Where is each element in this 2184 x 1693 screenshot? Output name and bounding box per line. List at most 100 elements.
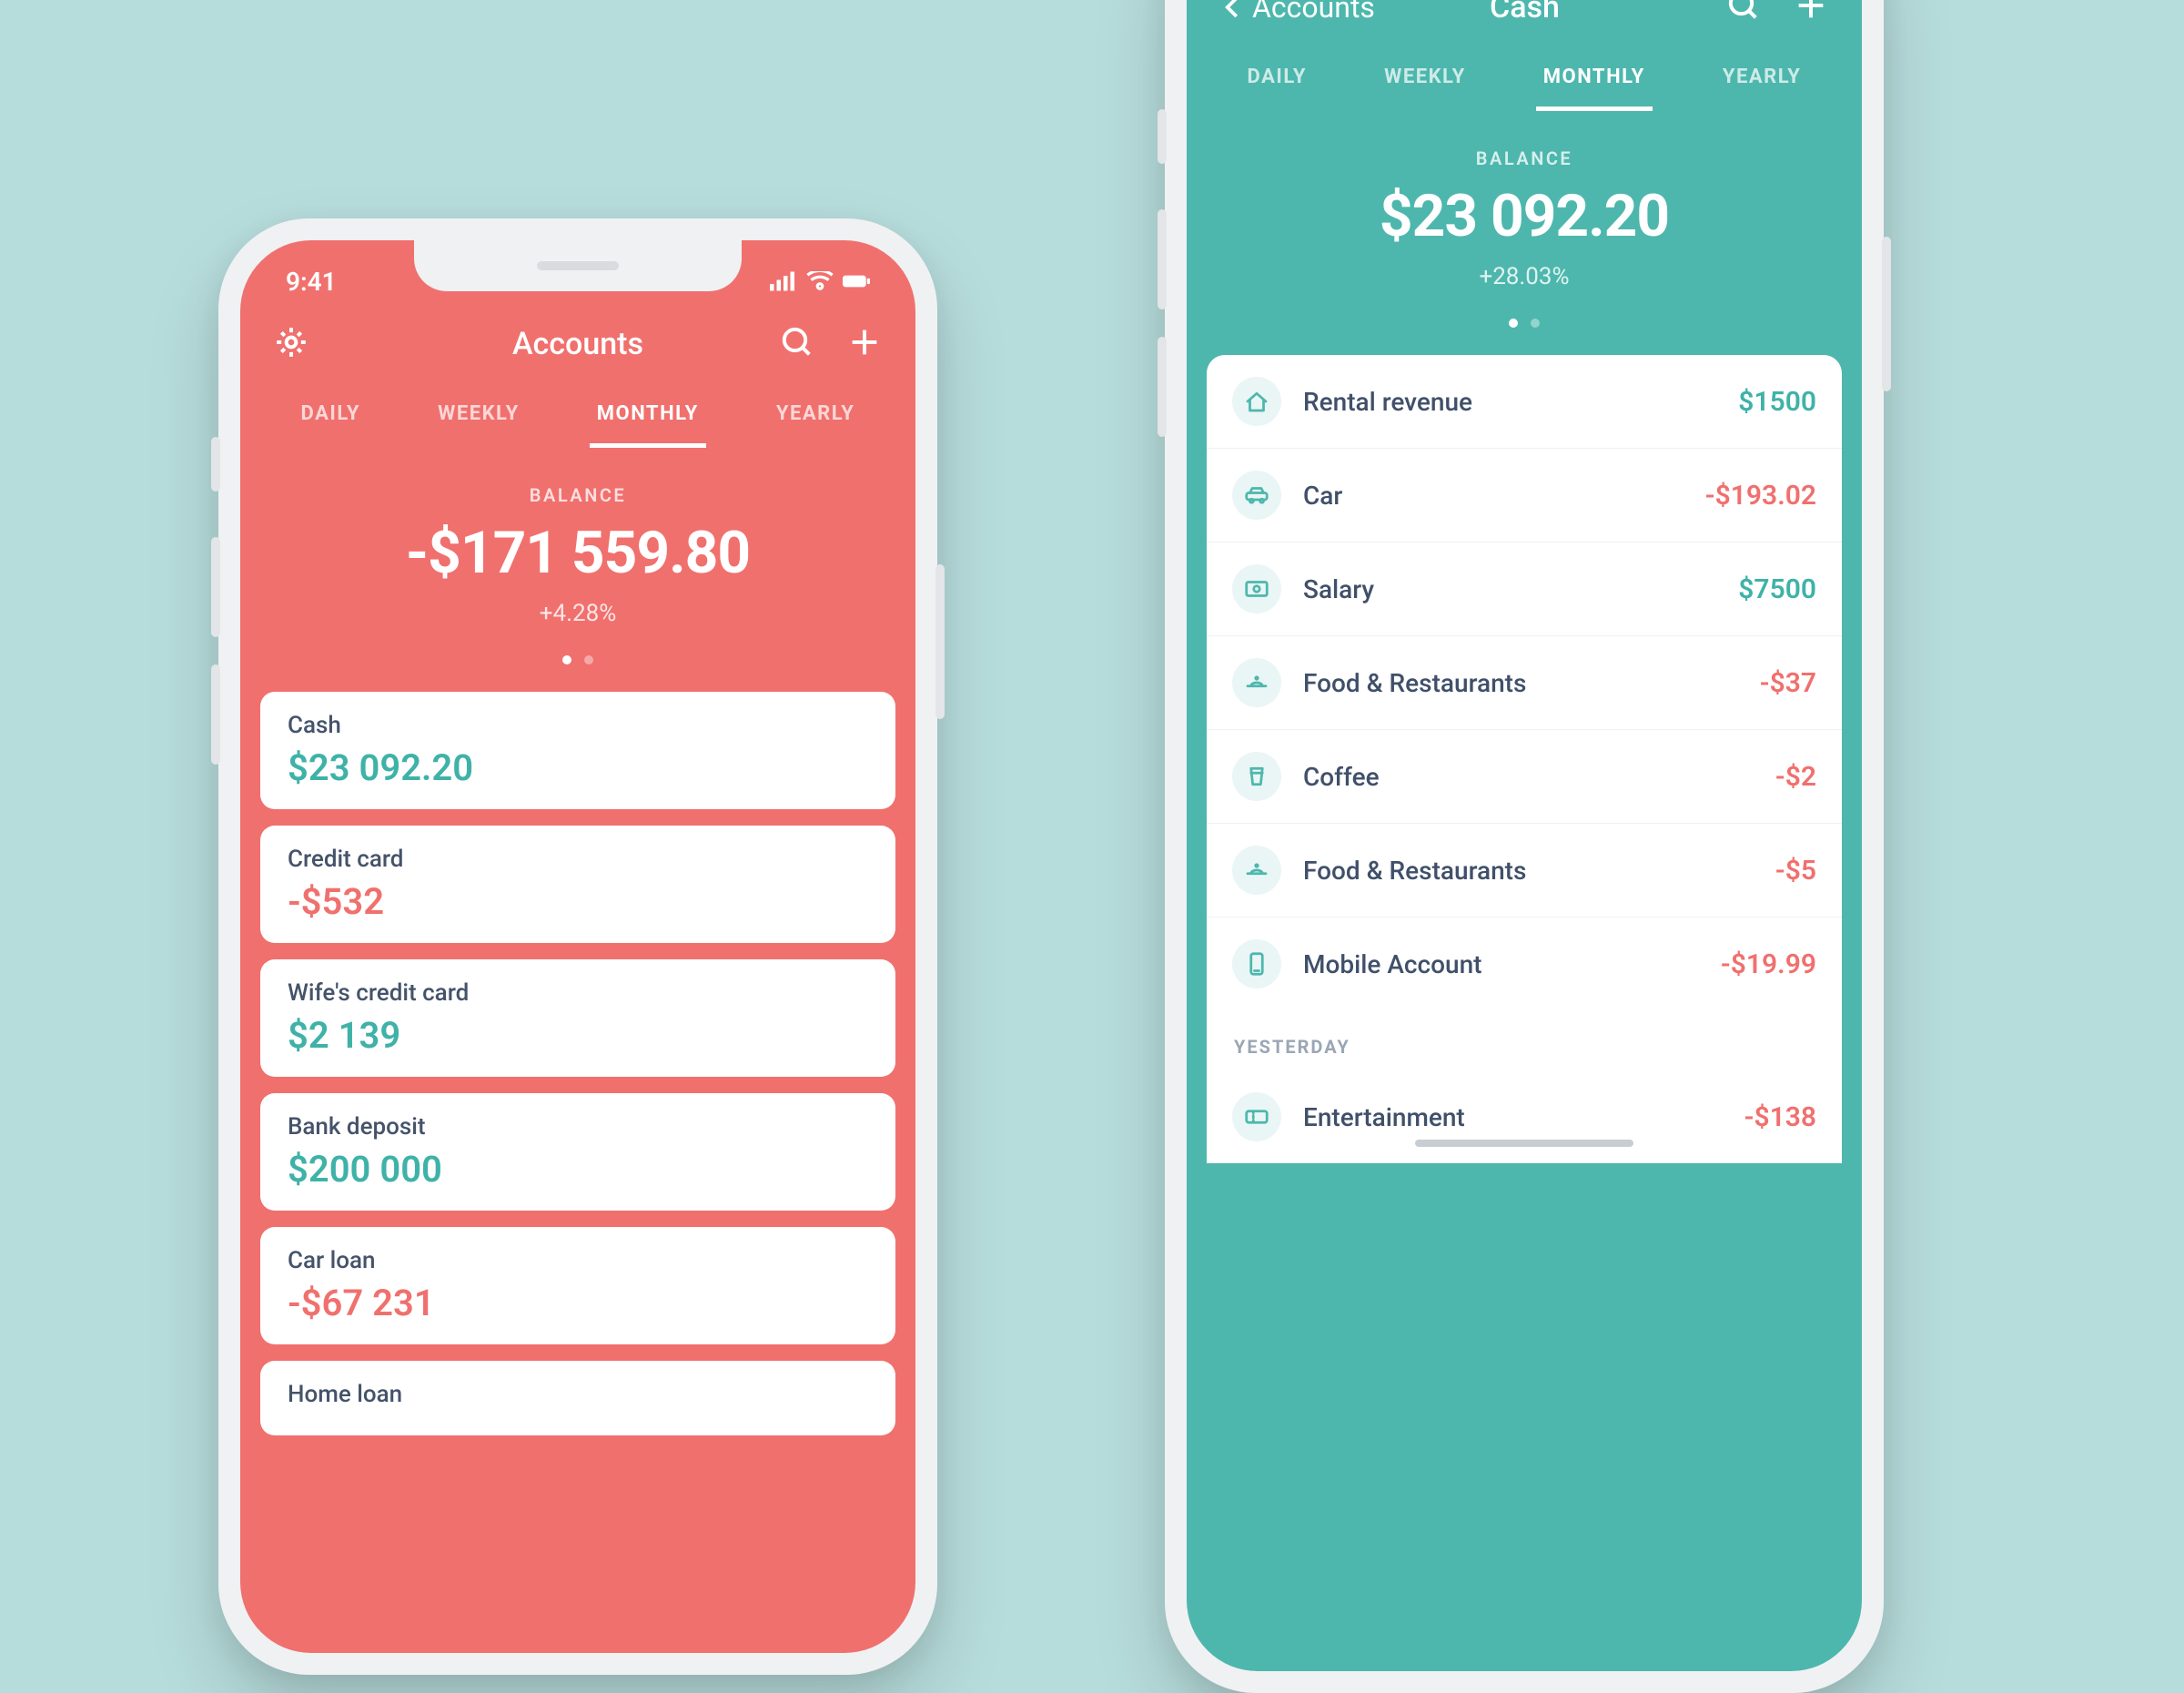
phone-icon <box>1232 939 1281 988</box>
back-button[interactable]: Accounts <box>1219 0 1375 25</box>
tab-weekly[interactable]: WEEKLY <box>430 390 527 448</box>
transaction-amount: -$2 <box>1775 761 1816 793</box>
physical-power-button <box>1882 237 1891 391</box>
balance-label: BALANCE <box>1187 147 1862 169</box>
account-card[interactable]: Car loan -$67 231 <box>260 1227 895 1344</box>
phone-accounts: 9:41 Accounts <box>218 218 937 1675</box>
physical-power-button <box>935 564 945 719</box>
status-time: 9:41 <box>286 267 337 297</box>
pager-dot-active <box>1509 319 1518 328</box>
accounts-list[interactable]: Cash$23 092.20 Credit card -$532 Wife's cre… <box>240 692 915 1435</box>
account-amount: -$532 <box>288 880 868 923</box>
page-indicator[interactable] <box>1187 314 1862 355</box>
balance-delta: +28.03% <box>1187 263 1862 290</box>
account-card[interactable]: Wife's credit card $2 139 <box>260 959 895 1077</box>
physical-volume-up <box>1158 209 1167 309</box>
transaction-amount: -$5 <box>1775 855 1816 887</box>
balance-value: -$171 559.80 <box>240 519 915 587</box>
transactions-list: Rental revenue $1500 Car -$193.02 Salary $750… <box>1207 355 1842 1010</box>
transactions-list-yesterday: Entertainment -$138 <box>1207 1070 1842 1163</box>
pager-dot <box>584 655 593 664</box>
account-name: Car loan <box>288 1247 868 1274</box>
pager-dot-active <box>562 655 571 664</box>
gear-icon <box>273 324 309 360</box>
account-card[interactable]: Cash$23 092.20 <box>260 692 895 809</box>
transaction-row[interactable]: Food & Restaurants -$5 <box>1207 824 1842 917</box>
tab-yearly[interactable]: YEARLY <box>769 390 863 448</box>
search-button[interactable] <box>779 324 815 364</box>
car-icon <box>1232 471 1281 520</box>
tab-monthly[interactable]: MONTHLY <box>1536 53 1653 111</box>
account-name: Wife's credit card <box>288 979 868 1007</box>
transaction-name: Mobile Account <box>1303 949 1699 979</box>
chevron-left-icon <box>1219 0 1247 21</box>
page-indicator[interactable] <box>240 651 915 692</box>
balance-block: BALANCE -$171 559.80 +4.28% <box>240 448 915 651</box>
transaction-amount: -$138 <box>1744 1101 1816 1133</box>
balance-block: BALANCE $23 092.20 +28.03% <box>1187 111 1862 314</box>
account-amount: $2 139 <box>288 1014 868 1057</box>
account-name: Home loan <box>288 1381 868 1408</box>
add-button[interactable] <box>846 324 883 364</box>
home-icon <box>1232 377 1281 426</box>
search-icon <box>1725 0 1762 24</box>
nav-title: Cash <box>1375 0 1674 25</box>
transaction-row[interactable]: Car -$193.02 <box>1207 449 1842 542</box>
search-button[interactable] <box>1725 0 1762 27</box>
transaction-name: Salary <box>1303 574 1716 604</box>
cellular-icon <box>770 271 797 291</box>
phone-cash: Accounts Cash DAILY WEEKLY MONTHLY YEARL… <box>1165 0 1884 1693</box>
transaction-name: Entertainment <box>1303 1102 1722 1132</box>
dish-icon <box>1232 846 1281 895</box>
screen-cash: Accounts Cash DAILY WEEKLY MONTHLY YEARL… <box>1187 0 1862 1671</box>
physical-mute-switch <box>211 437 220 492</box>
transaction-amount: -$193.02 <box>1705 480 1816 512</box>
transaction-name: Food & Restaurants <box>1303 856 1754 886</box>
balance-delta: +4.28% <box>240 600 915 627</box>
cup-icon <box>1232 752 1281 801</box>
tab-yearly[interactable]: YEARLY <box>1715 53 1809 111</box>
nav-title: Accounts <box>428 326 728 362</box>
plus-icon <box>846 324 883 360</box>
transaction-name: Car <box>1303 481 1684 511</box>
transaction-row[interactable]: Food & Restaurants -$37 <box>1207 636 1842 730</box>
physical-volume-down <box>211 664 220 765</box>
transaction-row[interactable]: Mobile Account-$19.99 <box>1207 917 1842 1010</box>
tab-daily[interactable]: DAILY <box>294 390 368 448</box>
navbar: Accounts <box>240 304 915 373</box>
account-amount: -$67 231 <box>288 1282 868 1324</box>
transactions-sheet[interactable]: Rental revenue $1500 Car -$193.02 Salary $750… <box>1207 355 1842 1163</box>
transaction-row[interactable]: Entertainment -$138 <box>1207 1070 1842 1163</box>
account-name: Cash <box>288 712 868 739</box>
wifi-icon <box>806 271 834 291</box>
tab-weekly[interactable]: WEEKLY <box>1377 53 1473 111</box>
add-button[interactable] <box>1793 0 1829 27</box>
period-tabs: DAILY WEEKLY MONTHLY YEARLY <box>240 373 915 448</box>
tab-monthly[interactable]: MONTHLY <box>590 390 706 448</box>
account-name: Bank deposit <box>288 1113 868 1140</box>
balance-value: $23 092.20 <box>1187 182 1862 250</box>
physical-volume-down <box>1158 337 1167 437</box>
transaction-row[interactable]: Rental revenue $1500 <box>1207 355 1842 449</box>
tab-daily[interactable]: DAILY <box>1240 53 1314 111</box>
transaction-amount: $7500 <box>1738 573 1816 605</box>
transaction-row[interactable]: Coffee-$2 <box>1207 730 1842 824</box>
transaction-amount: -$37 <box>1760 667 1816 699</box>
home-indicator[interactable] <box>1415 1140 1633 1147</box>
transaction-row[interactable]: Salary $7500 <box>1207 542 1842 636</box>
status-icons <box>770 271 870 291</box>
period-tabs: DAILY WEEKLY MONTHLY YEARLY <box>1187 36 1862 111</box>
account-card[interactable]: Home loan <box>260 1361 895 1435</box>
account-card[interactable]: Credit card -$532 <box>260 826 895 943</box>
ticket-icon <box>1232 1092 1281 1141</box>
search-icon <box>779 324 815 360</box>
balance-label: BALANCE <box>240 484 915 506</box>
transaction-amount: $1500 <box>1738 386 1816 418</box>
navbar: Accounts Cash <box>1187 0 1862 36</box>
transaction-name: Rental revenue <box>1303 387 1716 417</box>
account-card[interactable]: Bank deposit $200 000 <box>260 1093 895 1211</box>
account-amount: $200 000 <box>288 1148 868 1191</box>
settings-button[interactable] <box>273 324 309 364</box>
transaction-name: Food & Restaurants <box>1303 668 1738 698</box>
account-name: Credit card <box>288 846 868 873</box>
